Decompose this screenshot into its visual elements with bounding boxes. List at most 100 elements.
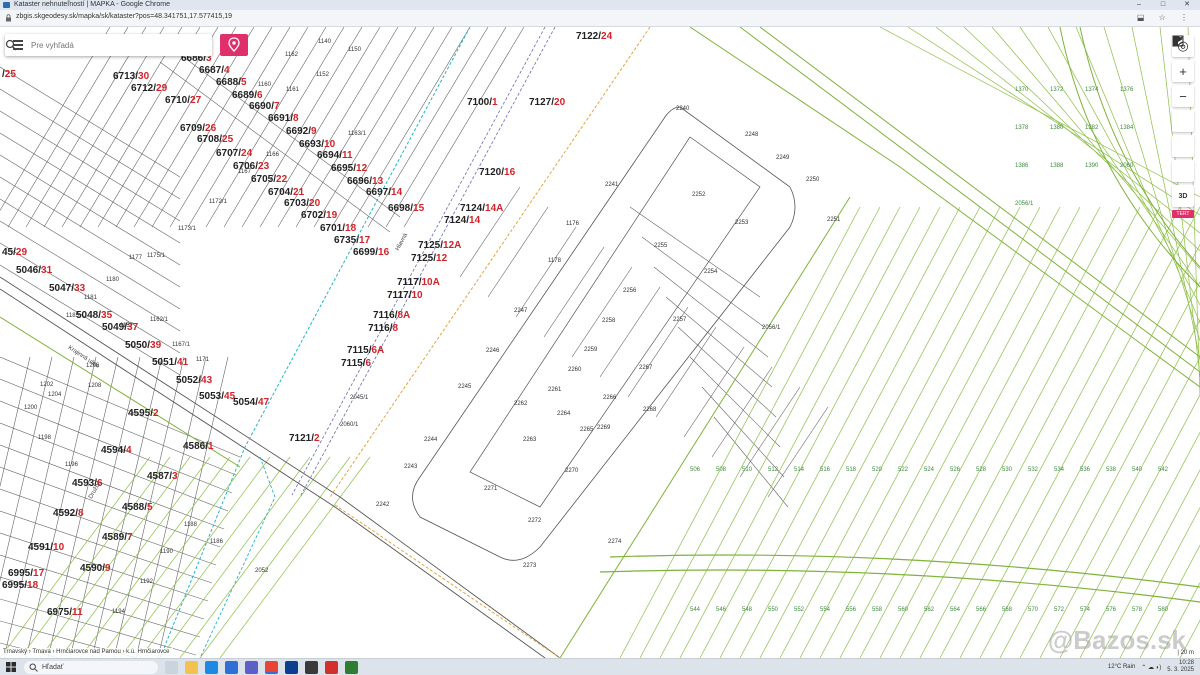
view-3d-button[interactable]: 3D: [1172, 185, 1194, 207]
map-pin-button[interactable]: [220, 34, 248, 56]
parcel-boundary: [367, 27, 489, 228]
map-edit-button[interactable]: [1172, 36, 1194, 157]
field-strip: [679, 206, 921, 658]
parcel-boundary: [169, 27, 291, 228]
field-strip: [699, 206, 941, 658]
search-input[interactable]: [31, 37, 191, 53]
parcel-boundary: [641, 236, 765, 328]
search-icon[interactable]: [5, 39, 17, 51]
parcel-boundary: [0, 378, 237, 476]
green-road-2: [599, 569, 1200, 603]
parcel-boundary: [135, 356, 207, 658]
maximize-button[interactable]: □: [1152, 0, 1174, 10]
parcel-boundary: [0, 356, 31, 488]
field-strip: [907, 27, 1200, 216]
clock-date: 5. 3. 2025: [1167, 667, 1194, 673]
edge-icon[interactable]: [205, 661, 218, 674]
windows-start-icon[interactable]: [6, 662, 16, 672]
parcel-boundary: [0, 132, 181, 244]
field-strip: [139, 456, 291, 658]
parcel-boundary: [69, 356, 141, 658]
layers-toggle-button[interactable]: [1172, 35, 1194, 132]
excel-icon[interactable]: [345, 661, 358, 674]
system-tray: 12°C Rain ⌃ ☁ ◗) 10:28 5. 3. 2025: [1108, 660, 1194, 674]
field-strip: [659, 206, 901, 658]
parcel-boundary: [0, 444, 225, 530]
parcel-boundary: [25, 27, 147, 228]
parcel-boundary: [0, 422, 229, 512]
watermark: @Bazos.sk: [1047, 625, 1186, 655]
map-canvas[interactable]: [0, 27, 1200, 658]
zoom-in-button[interactable]: +: [1172, 60, 1194, 82]
file-explorer-icon[interactable]: [185, 661, 198, 674]
parcel-boundary: [151, 27, 273, 228]
field-strip: [59, 456, 211, 658]
parcel-boundary: [25, 356, 97, 658]
browser-address-bar[interactable]: zbgis.skgeodesy.sk/mapka/sk/kataster?pos…: [0, 10, 1200, 27]
parcel-boundary: [115, 27, 237, 228]
field-strip: [739, 206, 981, 658]
close-button[interactable]: ✕: [1176, 0, 1198, 10]
outlook-icon[interactable]: [225, 661, 238, 674]
parcel-boundary: [97, 27, 219, 228]
cyan-boundary-2: [199, 456, 276, 658]
parcel-boundary: [61, 27, 183, 228]
green-field-edge: [689, 27, 1200, 388]
field-strip: [99, 456, 251, 658]
weather-widget[interactable]: 12°C Rain: [1108, 664, 1135, 670]
parcel-boundary: [653, 266, 769, 358]
green-left-edge: [0, 316, 241, 468]
green-road: [609, 554, 1200, 588]
layers-button[interactable]: [1172, 36, 1194, 182]
field-strip: [1059, 394, 1200, 658]
photoshop-icon[interactable]: [285, 661, 298, 674]
parcel-boundary: [0, 466, 221, 548]
zoom-out-button[interactable]: −: [1172, 85, 1194, 107]
field-strip: [719, 206, 961, 658]
parcel-boundary: [0, 27, 111, 211]
parcel-boundary: [277, 27, 399, 228]
parcel-boundary: [223, 27, 345, 228]
search-box[interactable]: [5, 34, 212, 56]
parcel-boundary: [0, 510, 213, 584]
parcel-boundary: [655, 326, 717, 418]
parcel-boundary: [47, 356, 119, 658]
windows-taskbar: Hľadať 12°C Rain ⌃ ☁ ◗) 10:28 5. 3. 2025: [0, 658, 1200, 675]
field-strip: [179, 456, 331, 658]
cadastral-map[interactable]: 6713/30 6712/29 6710/27 6709/26 6708/25 6707/…: [0, 27, 1200, 658]
acrobat-icon[interactable]: [325, 661, 338, 674]
chrome-icon[interactable]: [265, 661, 278, 674]
field-strip: [919, 206, 1161, 658]
parcel-boundary: [0, 198, 181, 310]
parcel-boundary: [205, 27, 327, 228]
parcel-boundary: [515, 226, 577, 318]
parcel-boundary: [665, 296, 773, 388]
field-strip: [859, 206, 1101, 658]
minimize-button[interactable]: –: [1128, 0, 1150, 10]
field-strip: [959, 206, 1200, 658]
terminal-icon[interactable]: [305, 661, 318, 674]
url-text[interactable]: zbgis.skgeodesy.sk/mapka/sk/kataster?pos…: [16, 13, 232, 20]
parcel-boundary: [571, 266, 633, 358]
parcel-boundary: [313, 27, 435, 228]
task-view-icon[interactable]: [165, 661, 178, 674]
orange-boundary-2: [334, 504, 561, 658]
tray-icons[interactable]: ⌃ ☁ ◗): [1141, 664, 1161, 671]
parcel-boundary: [91, 356, 163, 658]
browser-tools[interactable]: ⬓ ☆ ⋮: [1137, 13, 1194, 22]
parcel-boundary: [0, 176, 181, 288]
teams-icon[interactable]: [245, 661, 258, 674]
clock[interactable]: 10:28 5. 3. 2025: [1167, 660, 1194, 674]
field-strip: [879, 206, 1121, 658]
taskbar-search[interactable]: Hľadať: [24, 661, 158, 674]
parcel-boundary: [295, 27, 417, 228]
site-favicon-icon: [3, 2, 10, 8]
site-info-icon[interactable]: [5, 14, 12, 22]
map-controls: ◎ + − 3D TERT: [1172, 35, 1194, 218]
field-strip: [939, 206, 1181, 658]
parcel-boundary: [627, 306, 689, 398]
field-strip: [935, 27, 1200, 234]
parcel-boundary: [767, 406, 829, 498]
parcel-boundary: [0, 220, 181, 332]
green-field-edge-2: [559, 196, 851, 658]
